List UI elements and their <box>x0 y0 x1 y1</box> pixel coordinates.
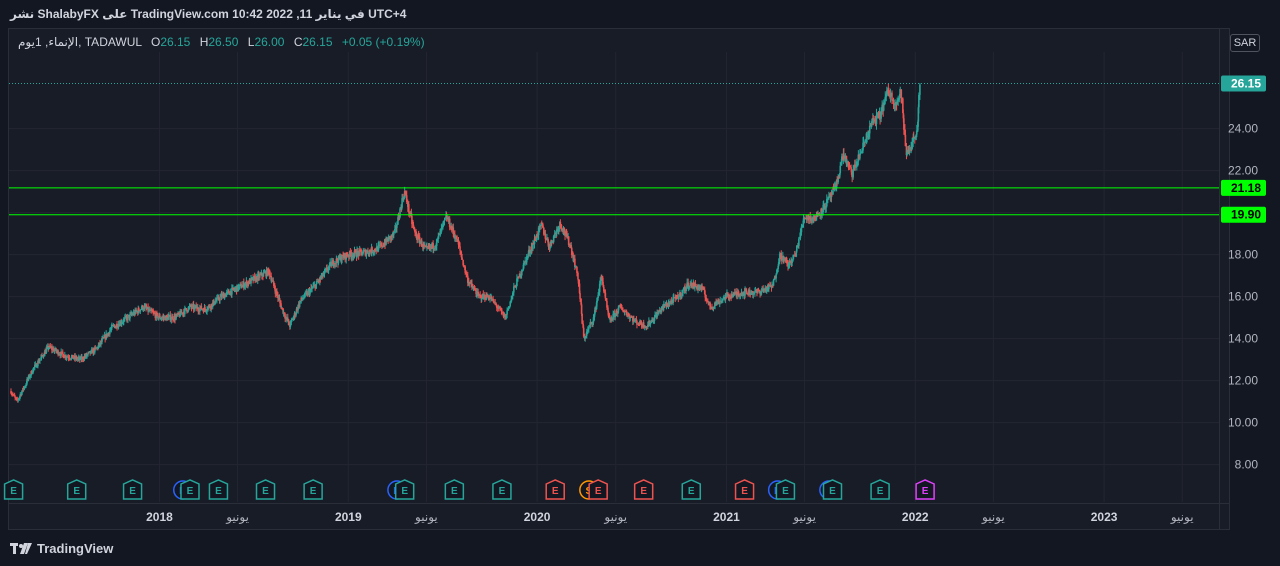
earnings-icon[interactable]: E <box>588 479 608 500</box>
earnings-icon[interactable]: E <box>180 479 200 500</box>
earnings-icon[interactable]: E <box>444 479 465 500</box>
y-tick-label: 24.00 <box>1228 122 1258 136</box>
low-value: 26.00 <box>254 35 285 49</box>
y-tick-label: 18.00 <box>1228 248 1258 262</box>
candle-down <box>200 303 203 310</box>
candle-down <box>891 90 893 105</box>
high-value: 26.50 <box>208 35 239 49</box>
svg-text:E: E <box>10 486 17 497</box>
open-value: 26.15 <box>160 35 191 49</box>
earnings-icon[interactable]: E <box>492 479 512 500</box>
earnings-icon[interactable]: E <box>3 479 24 500</box>
y-tick-label: 12.00 <box>1228 374 1258 388</box>
svg-text:26.15: 26.15 <box>1231 76 1261 90</box>
x-tick-label: يونيو <box>225 510 249 524</box>
change-value: +0.05 (+0.19%) <box>341 35 425 49</box>
earnings-icon[interactable]: E <box>915 479 935 500</box>
earnings-icon[interactable]: E <box>822 479 843 500</box>
earnings-icon[interactable]: E <box>208 479 229 500</box>
x-tick-label: يونيو <box>792 510 816 524</box>
svg-text:E: E <box>782 486 789 497</box>
svg-text:E: E <box>187 486 194 497</box>
candles <box>10 83 921 403</box>
svg-text:E: E <box>499 486 506 497</box>
svg-text:E: E <box>688 486 695 497</box>
grid <box>9 52 1219 502</box>
candle-down <box>62 353 65 358</box>
earnings-icon[interactable]: E <box>681 479 702 500</box>
earnings-icon[interactable]: E <box>633 479 654 500</box>
y-tick-label: 8.00 <box>1235 458 1259 472</box>
y-tick-label: 10.00 <box>1228 416 1258 430</box>
svg-text:E: E <box>129 486 136 497</box>
svg-text:E: E <box>451 486 458 497</box>
svg-text:E: E <box>552 486 559 497</box>
earnings-icon[interactable]: E <box>394 479 415 500</box>
svg-text:E: E <box>829 486 836 497</box>
svg-text:E: E <box>922 486 929 497</box>
tradingview-logo-icon <box>10 542 32 554</box>
x-tick-label: يونيو <box>603 510 627 524</box>
close-value: 26.15 <box>302 35 333 49</box>
x-tick-label: 2021 <box>713 510 740 524</box>
level-price-tag: 21.18 <box>1221 179 1266 196</box>
earnings-icon[interactable]: E <box>66 479 87 500</box>
candle-up <box>315 283 318 290</box>
y-tick-label: 14.00 <box>1228 332 1258 346</box>
last-price-tag: 26.15 <box>1221 75 1266 92</box>
earnings-icon[interactable]: E <box>870 479 890 500</box>
price-chart[interactable]: 8.0010.0012.0014.0016.0018.0020.0022.002… <box>0 0 1280 566</box>
x-tick-label: 2019 <box>335 510 362 524</box>
svg-text:E: E <box>595 486 602 497</box>
open-label: O <box>150 35 161 49</box>
x-tick-label: يونيو <box>1170 510 1194 524</box>
svg-text:E: E <box>262 486 269 497</box>
currency-button[interactable]: SAR <box>1230 34 1260 52</box>
x-tick-label: يونيو <box>414 510 438 524</box>
svg-text:21.18: 21.18 <box>1231 181 1261 195</box>
x-tick-label: 2018 <box>146 510 173 524</box>
earnings-icon[interactable]: E <box>122 479 143 500</box>
svg-text:E: E <box>877 486 884 497</box>
level-price-tag: 19.90 <box>1221 206 1266 223</box>
svg-text:E: E <box>401 486 408 497</box>
earnings-icon[interactable]: E <box>734 479 755 500</box>
y-tick-label: 16.00 <box>1228 290 1258 304</box>
svg-text:E: E <box>741 486 748 497</box>
svg-text:E: E <box>310 486 317 497</box>
earnings-icon[interactable]: E <box>545 479 565 500</box>
y-tick-label: 22.00 <box>1228 164 1258 178</box>
earnings-icon[interactable]: E <box>303 479 323 500</box>
footer-brand[interactable]: TradingView <box>10 541 113 556</box>
svg-text:E: E <box>73 486 80 497</box>
x-tick-label: 2022 <box>902 510 929 524</box>
footer-brand-label: TradingView <box>37 541 114 556</box>
earnings-icon[interactable]: E <box>255 479 276 500</box>
svg-text:E: E <box>215 486 222 497</box>
earnings-icon[interactable]: E <box>775 479 796 500</box>
symbol-legend[interactable]: الإنماء, 1يوم, TADAWUL O26.15 H26.50 L26… <box>18 35 425 49</box>
svg-text:19.90: 19.90 <box>1231 208 1261 222</box>
symbol-name[interactable]: الإنماء, 1يوم, TADAWUL <box>18 35 142 49</box>
x-tick-label: 2020 <box>524 510 551 524</box>
x-tick-label: يونيو <box>981 510 1005 524</box>
x-tick-label: 2023 <box>1091 510 1118 524</box>
svg-text:E: E <box>640 486 647 497</box>
